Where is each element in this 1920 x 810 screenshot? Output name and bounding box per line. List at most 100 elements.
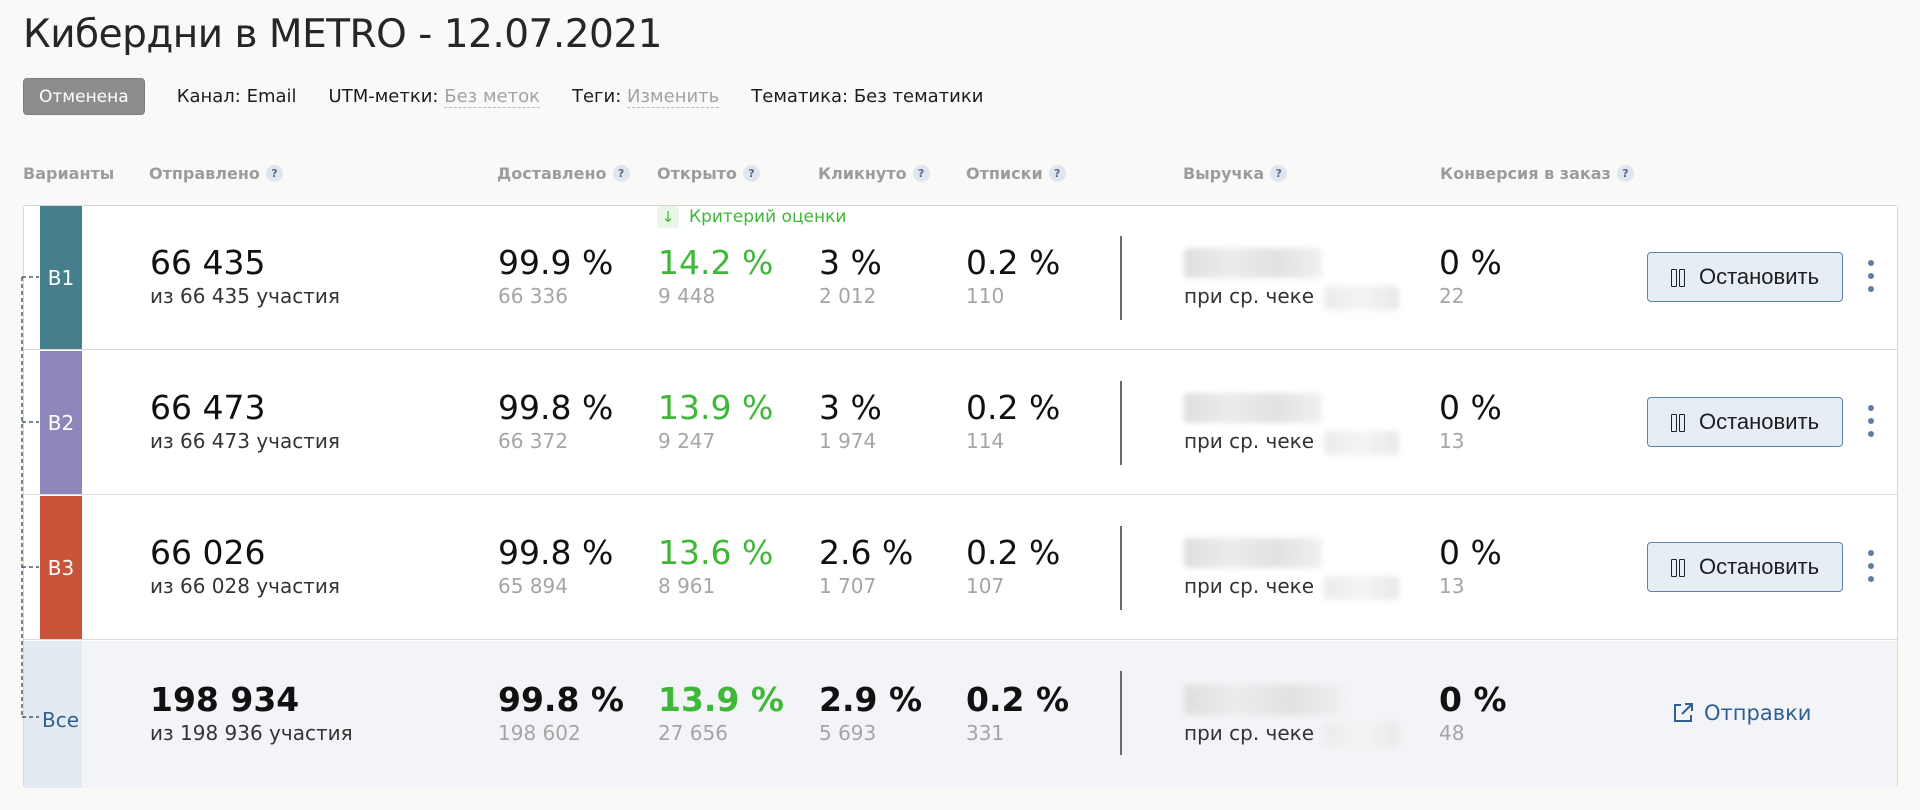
revenue-cell: при ср. чеке bbox=[1184, 248, 1400, 310]
delivered-pct: 99.8 % bbox=[498, 388, 614, 427]
sent-value: 198 934 bbox=[150, 680, 300, 719]
table-row: B3 66 026 из 66 028 участия 99.8 % 65 89… bbox=[24, 496, 1897, 640]
opened-pct: 13.9 % bbox=[658, 680, 784, 719]
unsub-cell: 0.2 % 107 bbox=[966, 534, 1060, 600]
stop-button-label: Остановить bbox=[1698, 409, 1820, 434]
evaluation-criterion: ↓ Критерий оценки bbox=[657, 206, 846, 228]
col-header-opened: Открыто? bbox=[657, 164, 760, 183]
col-header-clicked: Кликнуто? bbox=[818, 164, 930, 183]
tags-info: Теги: Изменить bbox=[571, 85, 720, 108]
revenue-cell: при ср. чеке bbox=[1184, 538, 1400, 600]
stop-button[interactable]: Остановить bbox=[1647, 252, 1843, 302]
clicked-cell: 3 % 2 012 bbox=[819, 244, 882, 310]
conversion-pct: 0 % bbox=[1439, 388, 1502, 427]
pause-icon bbox=[1670, 559, 1685, 577]
delivered-cell: 99.8 % 65 894 bbox=[498, 534, 613, 600]
arrow-down-icon: ↓ bbox=[657, 206, 679, 228]
sent-value: 66 435 bbox=[150, 243, 266, 282]
conversion-pct: 0 % bbox=[1439, 243, 1502, 282]
unsub-count: 107 bbox=[966, 574, 1005, 598]
help-icon[interactable]: ? bbox=[912, 165, 930, 182]
sent-cell: 198 934 из 198 936 участия bbox=[150, 681, 353, 747]
utm-label: UTM-метки: bbox=[328, 85, 439, 107]
sends-link-label: Отправки bbox=[1704, 701, 1812, 725]
help-icon[interactable]: ? bbox=[612, 165, 630, 182]
help-icon[interactable]: ? bbox=[742, 165, 760, 182]
avg-check-label: при ср. чеке bbox=[1184, 429, 1315, 453]
help-icon[interactable]: ? bbox=[1048, 165, 1066, 182]
clicked-count: 1 707 bbox=[819, 574, 877, 598]
criterion-label: Критерий оценки bbox=[689, 207, 847, 227]
avg-check-blurred bbox=[1324, 430, 1400, 455]
clicked-pct: 3 % bbox=[819, 243, 882, 282]
clicked-pct: 2.6 % bbox=[819, 533, 914, 572]
column-divider bbox=[1120, 526, 1122, 610]
revenue-blurred bbox=[1184, 538, 1322, 568]
external-link-icon bbox=[1674, 703, 1693, 722]
delivered-cell: 99.8 % 66 372 bbox=[498, 389, 613, 455]
opened-count: 27 656 bbox=[658, 721, 728, 745]
opened-count: 9 247 bbox=[658, 429, 716, 453]
sent-sub: из 198 936 участия bbox=[150, 721, 353, 745]
sent-sub: из 66 028 участия bbox=[150, 574, 340, 598]
more-menu-icon[interactable] bbox=[1864, 260, 1878, 292]
avg-check-label: при ср. чеке bbox=[1184, 284, 1315, 308]
conversion-cell: 0 % 48 bbox=[1439, 681, 1507, 747]
revenue-blurred bbox=[1184, 248, 1322, 278]
utm-link[interactable]: Без меток bbox=[444, 85, 540, 108]
avg-check-blurred bbox=[1324, 722, 1400, 747]
unsub-pct: 0.2 % bbox=[966, 243, 1061, 282]
total-row: Все 198 934 из 198 936 участия 99.8 % 19… bbox=[24, 641, 1897, 788]
clicked-count: 2 012 bbox=[819, 284, 877, 308]
opened-count: 8 961 bbox=[658, 574, 716, 598]
delivered-count: 65 894 bbox=[498, 574, 568, 598]
revenue-blurred bbox=[1184, 393, 1322, 423]
unsub-count: 331 bbox=[966, 721, 1005, 745]
table-row: B1 66 435 из 66 435 участия 99.9 % 66 33… bbox=[24, 206, 1897, 350]
opened-pct: 14.2 % bbox=[658, 243, 774, 282]
avg-check-blurred bbox=[1324, 285, 1400, 310]
tags-label: Теги: bbox=[571, 85, 622, 107]
ab-test-results-table: B1 66 435 из 66 435 участия 99.9 % 66 33… bbox=[23, 205, 1898, 788]
conversion-count: 13 bbox=[1439, 429, 1465, 453]
column-divider bbox=[1120, 381, 1122, 465]
sent-cell: 66 435 из 66 435 участия bbox=[150, 244, 340, 310]
sent-cell: 66 473 из 66 473 участия bbox=[150, 389, 340, 455]
conversion-pct: 0 % bbox=[1439, 680, 1507, 719]
unsub-cell: 0.2 % 114 bbox=[966, 389, 1060, 455]
help-icon[interactable]: ? bbox=[265, 165, 283, 182]
col-label: Конверсия в заказ bbox=[1440, 164, 1611, 183]
stop-button[interactable]: Остановить bbox=[1647, 397, 1843, 447]
unsub-count: 110 bbox=[966, 284, 1005, 308]
tags-edit-link[interactable]: Изменить bbox=[627, 85, 720, 108]
conversion-cell: 0 % 13 bbox=[1439, 534, 1502, 600]
col-header-unsubscribed: Отписки? bbox=[966, 164, 1066, 183]
stop-button[interactable]: Остановить bbox=[1647, 542, 1843, 592]
pause-icon bbox=[1670, 269, 1685, 287]
sends-link[interactable]: Отправки bbox=[1672, 701, 1811, 725]
more-menu-icon[interactable] bbox=[1864, 405, 1878, 437]
opened-cell: 13.6 % 8 961 bbox=[658, 534, 773, 600]
avg-check-label: при ср. чеке bbox=[1184, 574, 1315, 598]
help-icon[interactable]: ? bbox=[1270, 165, 1288, 182]
col-label: Отписки bbox=[966, 164, 1043, 183]
page-title: Кибердни в METRO - 12.07.2021 bbox=[23, 12, 663, 57]
conversion-count: 22 bbox=[1439, 284, 1465, 308]
clicked-cell: 2.6 % 1 707 bbox=[819, 534, 913, 600]
help-icon[interactable]: ? bbox=[1616, 165, 1634, 182]
avg-check-label: при ср. чеке bbox=[1184, 721, 1315, 745]
delivered-count: 66 372 bbox=[498, 429, 568, 453]
col-label: Доставлено bbox=[497, 164, 607, 183]
more-menu-icon[interactable] bbox=[1864, 550, 1878, 582]
delivered-pct: 99.8 % bbox=[498, 533, 614, 572]
opened-cell: 13.9 % 9 247 bbox=[658, 389, 773, 455]
topic-info: Тематика: Без тематики bbox=[751, 85, 984, 107]
revenue-cell: при ср. чеке bbox=[1184, 393, 1400, 455]
delivered-count: 66 336 bbox=[498, 284, 568, 308]
opened-cell: 14.2 % 9 448 bbox=[658, 244, 773, 310]
sent-sub: из 66 435 участия bbox=[150, 284, 340, 308]
column-divider bbox=[1120, 671, 1122, 755]
col-header-conversion: Конверсия в заказ? bbox=[1440, 164, 1634, 183]
clicked-count: 1 974 bbox=[819, 429, 877, 453]
unsub-cell: 0.2 % 110 bbox=[966, 244, 1060, 310]
